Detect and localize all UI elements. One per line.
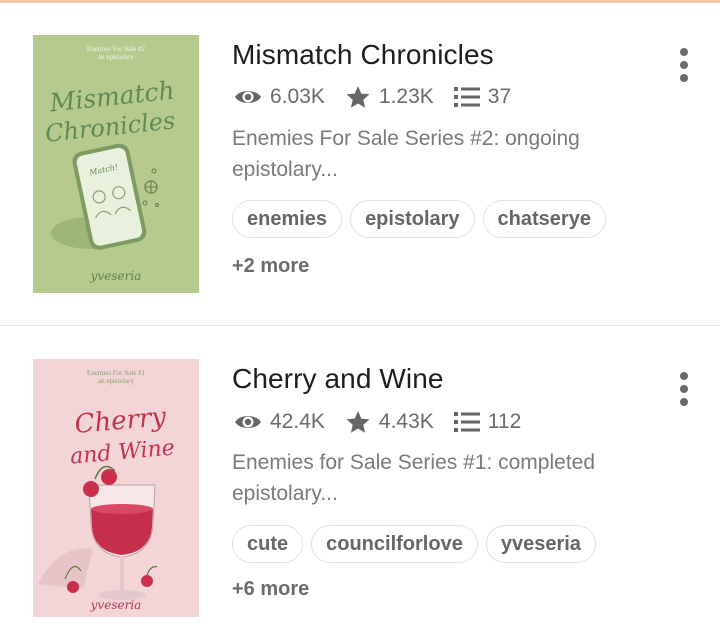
parts-count: 37 [487,85,512,108]
more-tags-link[interactable]: +2 more [232,255,309,278]
story-stats: 42.4K 4.43K 112 [234,410,541,434]
votes-stat: 1.23K [345,85,434,109]
views-stat: 6.03K [234,85,325,109]
tag-epistolary[interactable]: epistolary [350,200,475,238]
cover-series-text: Enemies For Sale #2 [87,45,146,53]
tag-councilforlove[interactable]: councilforlove [311,525,478,563]
cover-subtitle-text: an epistolary [98,53,134,61]
parts-count: 112 [487,410,522,433]
story-description: Enemies For Sale Series #2: ongoing epis… [232,127,580,181]
book-cover[interactable]: Enemies For Sale #1 an epistolary Cherry… [33,359,199,617]
cover-series-text: Enemies For Sale #1 [87,369,146,377]
tag-yveseria[interactable]: yveseria [485,525,596,563]
story-item[interactable]: Enemies For Sale #1 an epistolary Cherry… [0,326,720,637]
views-stat: 42.4K [234,410,325,434]
eye-icon [235,416,261,428]
tag-chatserye[interactable]: chatserye [482,200,606,238]
star-icon [346,86,370,108]
list-icon [453,87,480,107]
tag-list: enemies epistolary chatserye [232,200,614,238]
votes-count: 4.43K [378,410,434,433]
story-item[interactable]: Enemies For Sale #2 an epistolary Mismat… [0,3,720,326]
cover-author-text: yveseria [90,598,142,612]
story-description: Enemies for Sale Series #1: completed ep… [232,451,596,505]
more-vertical-icon[interactable] [670,48,698,82]
parts-stat: 112 [453,410,522,434]
votes-stat: 4.43K [345,410,434,434]
views-count: 42.4K [270,410,325,433]
eye-icon [235,91,261,103]
more-vertical-icon[interactable] [670,372,698,406]
parts-stat: 37 [453,85,512,109]
cover-subtitle-text: an epistolary [98,377,134,385]
tag-enemies[interactable]: enemies [232,200,343,238]
more-tags-link[interactable]: +6 more [232,578,309,601]
list-icon [453,412,480,432]
cover-author-text: yveseria [90,269,142,283]
star-icon [346,411,370,433]
book-cover[interactable]: Enemies For Sale #2 an epistolary Mismat… [33,35,199,293]
votes-count: 1.23K [378,85,434,108]
views-count: 6.03K [270,85,325,108]
tag-cute[interactable]: cute [232,525,304,563]
story-title[interactable]: Cherry and Wine [232,363,444,395]
story-stats: 6.03K 1.23K 37 [234,85,531,109]
story-title[interactable]: Mismatch Chronicles [232,39,494,71]
tag-list: cute councilforlove yveseria [232,525,604,563]
